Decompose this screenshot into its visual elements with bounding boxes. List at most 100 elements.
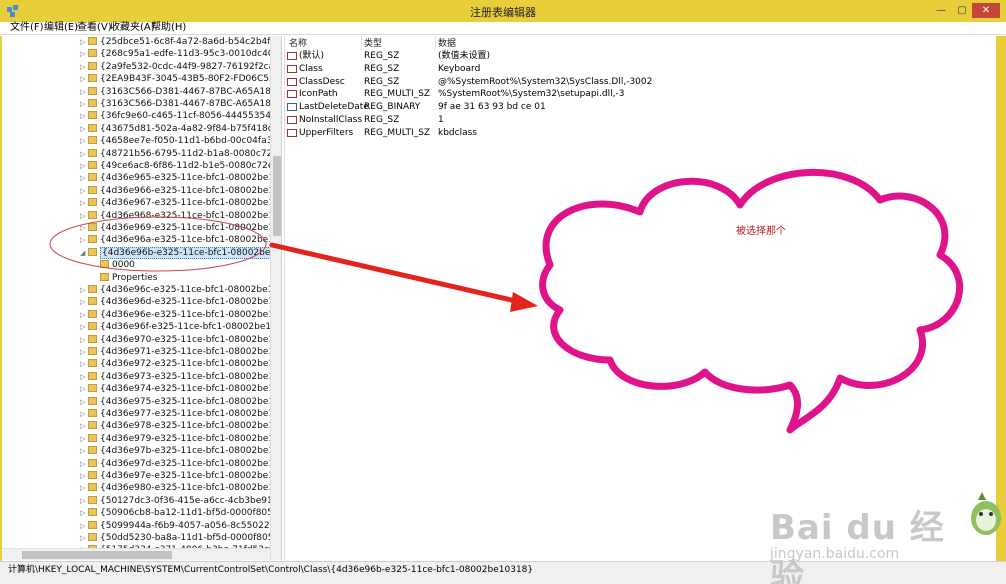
- tree-item[interactable]: ▷ {4d36e980-e325-11ce-bfc1-08002be10318}: [80, 482, 281, 495]
- tree-item-selected[interactable]: ◢ {4d36e96b-e325-11ce-bfc1-08002be10318}: [80, 246, 281, 260]
- expand-icon[interactable]: ▷: [80, 135, 88, 147]
- expand-icon[interactable]: ▷: [80, 482, 88, 494]
- tree-item[interactable]: ▷ {4658ee7e-f050-11d1-b6bd-00c04fa372a7}: [80, 135, 281, 148]
- expand-icon[interactable]: ▷: [80, 433, 88, 445]
- tree-scroll-thumb[interactable]: [273, 156, 281, 236]
- expand-icon[interactable]: ▷: [80, 61, 88, 73]
- tree-item[interactable]: ▷ {36fc9e60-c465-11cf-8056-444553540000}: [80, 110, 281, 123]
- tree-item[interactable]: ▷ {4d36e974-e325-11ce-bfc1-08002be10318}: [80, 383, 281, 396]
- expand-icon[interactable]: ▷: [80, 110, 88, 122]
- tree-item[interactable]: ▷ {4d36e979-e325-11ce-bfc1-08002be10318}: [80, 433, 281, 446]
- expand-icon[interactable]: ▷: [80, 86, 88, 98]
- value-row[interactable]: IconPath REG_MULTI_SZ %SystemRoot%\System3…: [285, 88, 685, 101]
- tree-item[interactable]: ▷ {3163C566-D381-4467-87BC-A65A18D5B649}: [80, 98, 281, 111]
- expand-icon[interactable]: ▷: [80, 520, 88, 532]
- tree-hscroll-thumb[interactable]: [22, 551, 172, 559]
- expand-icon[interactable]: ▷: [80, 234, 88, 246]
- minimize-button[interactable]: —: [930, 3, 952, 18]
- tree-item[interactable]: ▷ {5099944a-f6b9-4057-a056-8c550228544c}: [80, 520, 281, 533]
- close-button[interactable]: ✕: [972, 3, 1000, 18]
- tree-item[interactable]: ▷ {4d36e96e-e325-11ce-bfc1-08002be10318}: [80, 309, 281, 322]
- expand-icon[interactable]: ▷: [80, 532, 88, 544]
- expand-icon[interactable]: ▷: [80, 458, 88, 470]
- column-header-data[interactable]: 数据: [438, 38, 456, 50]
- tree-item[interactable]: ▷ {4d36e968-e325-11ce-bfc1-08002be10318}: [80, 210, 281, 223]
- collapse-icon[interactable]: ◢: [80, 247, 88, 259]
- expand-icon[interactable]: ▷: [80, 73, 88, 85]
- tree-item[interactable]: ▷ {4d36e973-e325-11ce-bfc1-08002be10318}: [80, 371, 281, 384]
- tree-item[interactable]: ▷ {4d36e97b-e325-11ce-bfc1-08002be10318}: [80, 445, 281, 458]
- tree-item[interactable]: ▷ {4d36e969-e325-11ce-bfc1-08002be10318}: [80, 222, 281, 235]
- expand-icon[interactable]: ▷: [80, 197, 88, 209]
- tree-item[interactable]: ▷ {268c95a1-edfe-11d3-95c3-0010dc4050a5}: [80, 48, 281, 61]
- value-row[interactable]: Class REG_SZ Keyboard: [285, 63, 685, 76]
- expand-icon[interactable]: ▷: [80, 222, 88, 234]
- tree-item[interactable]: ▷ {4d36e97e-e325-11ce-bfc1-08002be10318}: [80, 470, 281, 483]
- tree-item[interactable]: ▷ {4d36e97d-e325-11ce-bfc1-08002be10318}: [80, 458, 281, 471]
- expand-icon[interactable]: ▷: [80, 160, 88, 172]
- tree-item[interactable]: ▷ {4d36e966-e325-11ce-bfc1-08002be10318}: [80, 185, 281, 198]
- tree-item[interactable]: ▷ {2EA9B43F-3045-43B5-80F2-FD06C55FBB90}: [80, 73, 281, 86]
- column-header-type[interactable]: 类型: [364, 38, 382, 50]
- tree-horizontal-scrollbar[interactable]: [2, 548, 270, 560]
- tree-item[interactable]: ▷ {50127dc3-0f36-415e-a6cc-4cb3be910b65}: [80, 495, 281, 508]
- tree-item[interactable]: ▷ {49ce6ac8-6f86-11d2-b1e5-0080c72e74a2}: [80, 160, 281, 173]
- tree-item[interactable]: ▷ {4d36e977-e325-11ce-bfc1-08002be10318}: [80, 408, 281, 421]
- tree-item[interactable]: ▷ {4d36e965-e325-11ce-bfc1-08002be10318}: [80, 172, 281, 185]
- tree-item[interactable]: Properties: [92, 272, 157, 285]
- menu-help[interactable]: 帮助(H): [151, 22, 186, 34]
- tree-item[interactable]: ▷ {50906cb8-ba12-11d1-bf5d-0000f805f530}: [80, 507, 281, 520]
- expand-icon[interactable]: ▷: [80, 185, 88, 197]
- tree-item[interactable]: ▷ {4d36e978-e325-11ce-bfc1-08002be10318}: [80, 420, 281, 433]
- expand-icon[interactable]: ▷: [80, 36, 88, 48]
- tree-item[interactable]: ▷ {48721b56-6795-11d2-b1a8-0080c72e74a2}: [80, 148, 281, 161]
- tree-item[interactable]: ▷ {3163C566-D381-4467-87BC-A65A18D5B648}: [80, 86, 281, 99]
- tree-item[interactable]: ▷ {25dbce51-6c8f-4a72-8a6d-b54c2b4fc835}: [80, 36, 281, 49]
- tree-item[interactable]: 0000: [92, 259, 135, 272]
- tree-item[interactable]: ▷ {4d36e96f-e325-11ce-bfc1-08002be10318}: [80, 321, 281, 334]
- expand-icon[interactable]: ▷: [80, 495, 88, 507]
- tree-item[interactable]: ▷ {4d36e970-e325-11ce-bfc1-08002be10318}: [80, 334, 281, 347]
- expand-icon[interactable]: ▷: [80, 358, 88, 370]
- tree-item[interactable]: ▷ {4d36e967-e325-11ce-bfc1-08002be10318}: [80, 197, 281, 210]
- value-row[interactable]: (默认) REG_SZ (数值未设置): [285, 50, 685, 63]
- expand-icon[interactable]: ▷: [80, 172, 88, 184]
- value-list[interactable]: 名称 类型 数据 (默认) REG_SZ (数值未设置) Class REG_SZ Key…: [284, 36, 996, 560]
- expand-icon[interactable]: ▷: [80, 420, 88, 432]
- expand-icon[interactable]: ▷: [80, 507, 88, 519]
- expand-icon[interactable]: ▷: [80, 296, 88, 308]
- value-row[interactable]: ClassDesc REG_SZ @%SystemRoot%\System32\Sy…: [285, 76, 685, 89]
- tree-item[interactable]: ▷ {4d36e96c-e325-11ce-bfc1-08002be10318}: [80, 284, 281, 297]
- maximize-button[interactable]: ▢: [952, 3, 972, 18]
- expand-icon[interactable]: ▷: [80, 98, 88, 110]
- expand-icon[interactable]: ▷: [80, 396, 88, 408]
- tree-vertical-scrollbar[interactable]: [270, 36, 281, 560]
- value-row[interactable]: UpperFilters REG_MULTI_SZ kbdclass: [285, 127, 685, 140]
- column-divider[interactable]: [435, 36, 436, 50]
- tree-item[interactable]: ▷ {4d36e972-e325-11ce-bfc1-08002be10318}: [80, 358, 281, 371]
- value-row[interactable]: LastDeleteDate REG_BINARY 9f ae 31 63 93 b…: [285, 101, 685, 114]
- expand-icon[interactable]: ▷: [80, 321, 88, 333]
- menu-view[interactable]: 查看(V): [77, 22, 112, 34]
- expand-icon[interactable]: ▷: [80, 408, 88, 420]
- column-divider[interactable]: [361, 36, 362, 50]
- expand-icon[interactable]: ▷: [80, 148, 88, 160]
- tree-item[interactable]: ▷ {4d36e971-e325-11ce-bfc1-08002be10318}: [80, 346, 281, 359]
- tree-item[interactable]: ▷ {2a9fe532-0cdc-44f9-9827-76192f2ca2fb}: [80, 61, 281, 74]
- tree-item[interactable]: ▷ {4d36e96a-e325-11ce-bfc1-08002be10318}: [80, 234, 281, 247]
- menu-edit[interactable]: 编辑(E): [44, 22, 78, 34]
- expand-icon[interactable]: ▷: [80, 470, 88, 482]
- expand-icon[interactable]: ▷: [80, 334, 88, 346]
- expand-icon[interactable]: ▷: [80, 346, 88, 358]
- expand-icon[interactable]: ▷: [80, 371, 88, 383]
- column-header-name[interactable]: 名称: [289, 38, 307, 50]
- value-row[interactable]: NoInstallClass REG_SZ 1: [285, 114, 685, 127]
- tree-item[interactable]: ▷ {50dd5230-ba8a-11d1-bf5d-0000f805f530}: [80, 532, 281, 545]
- expand-icon[interactable]: ▷: [80, 284, 88, 296]
- tree-item[interactable]: ▷ {4d36e975-e325-11ce-bfc1-08002be10318}: [80, 396, 281, 409]
- expand-icon[interactable]: ▷: [80, 123, 88, 135]
- expand-icon[interactable]: ▷: [80, 383, 88, 395]
- key-tree[interactable]: ▷ {25dbce51-6c8f-4a72-8a6d-b54c2b4fc835} ▷…: [2, 36, 282, 560]
- menu-file[interactable]: 文件(F): [10, 22, 44, 34]
- expand-icon[interactable]: ▷: [80, 48, 88, 60]
